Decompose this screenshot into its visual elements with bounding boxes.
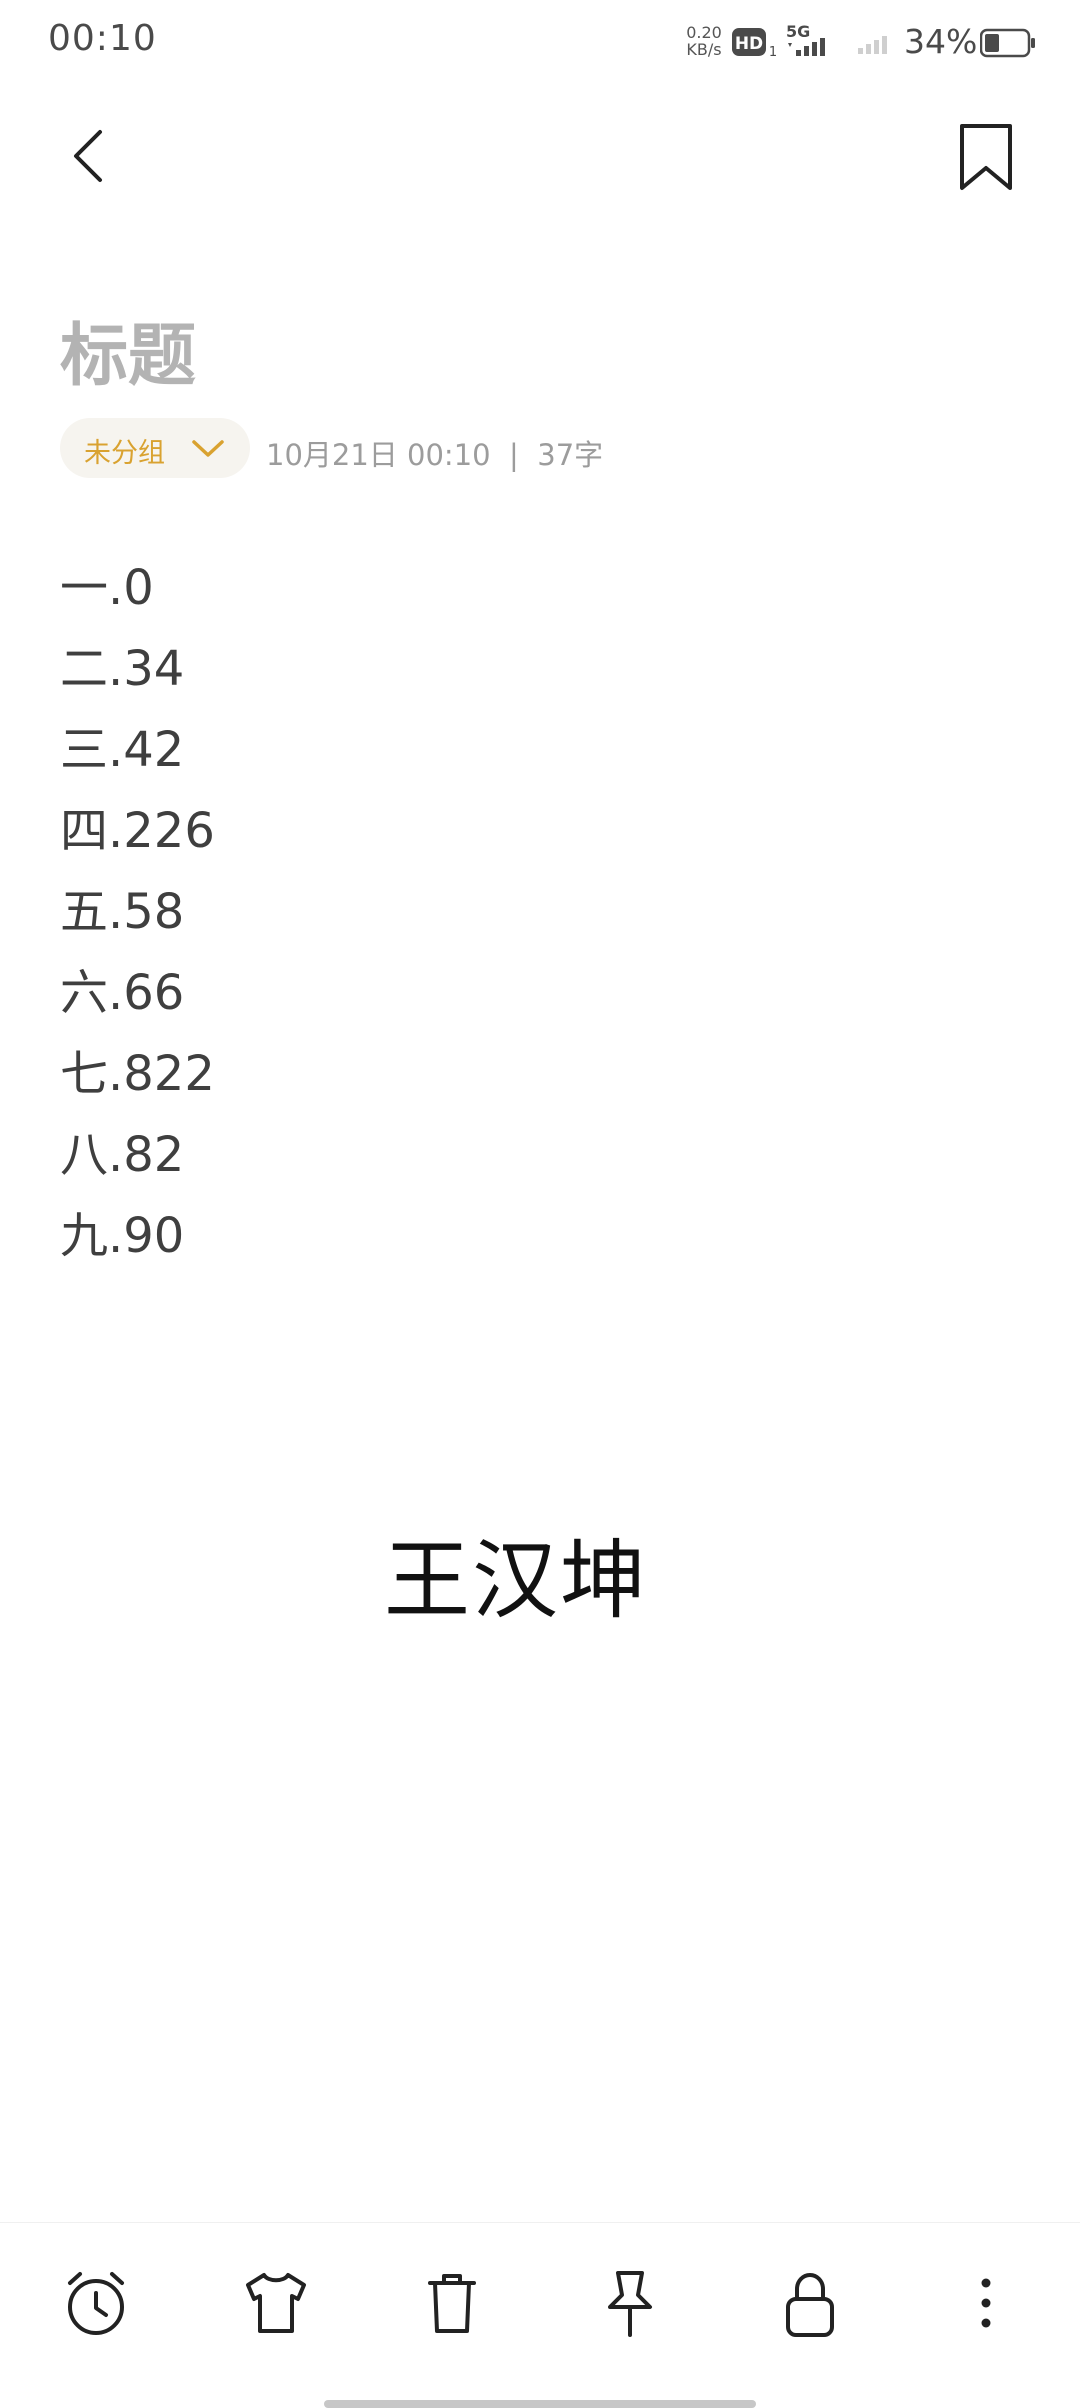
chevron-left-icon [74,130,102,182]
bookmark-icon [960,124,1012,190]
more-options-button[interactable] [946,2263,1026,2343]
note-title-input[interactable]: 标题 [60,300,196,399]
note-line: 三.42 [60,722,185,778]
note-line: 七.822 [60,1046,215,1102]
battery-icon [979,28,1036,62]
chevron-down-icon [192,440,224,457]
network-speed: 0.20 KB/s [682,24,726,58]
note-editor-screen: 00:10 0.20 KB/s HD 1 5G 34% 标题 未分组 10月21… [0,0,1080,2408]
note-line: 六.66 [60,965,185,1021]
lock-icon [786,2272,834,2337]
note-line: 一.0 [60,560,154,616]
pin-icon [608,2271,652,2337]
theme-button[interactable] [236,2263,316,2343]
home-indicator[interactable] [324,2400,756,2408]
reminder-button[interactable] [56,2263,136,2343]
hd-icon: HD 1 [732,26,778,64]
bookmark-button[interactable] [952,120,1022,196]
svg-text:1: 1 [769,45,777,60]
shirt-icon [246,2273,306,2333]
note-line: 二.34 [60,641,185,697]
network-speed-value: 0.20 [686,23,722,42]
alarm-icon [68,2272,124,2335]
network-speed-unit: KB/s [686,40,722,59]
status-time: 00:10 [48,18,157,59]
battery-percent: 34% [904,22,978,61]
delete-button[interactable] [412,2263,492,2343]
note-body-editor[interactable]: 一.0 二.34 三.42 四.226 五.58 六.66 七.822 八.82… [60,548,215,1277]
svg-text:5G: 5G [786,22,810,41]
trash-icon [428,2274,476,2333]
signal-secondary-icon [858,32,894,60]
note-line: 九.90 [60,1208,185,1264]
status-bar: 00:10 0.20 KB/s HD 1 5G 34% [0,0,1080,84]
note-line: 八.82 [60,1127,185,1183]
note-line: 五.58 [60,884,185,940]
back-button[interactable] [64,120,128,192]
note-meta: 10月21日 00:10 | 37字 [266,438,604,472]
pin-button[interactable] [590,2263,670,2343]
note-signature-text: 王汉坤 [384,1531,648,1631]
group-label: 未分组 [84,438,165,469]
more-icon [981,2278,991,2328]
note-line: 四.226 [60,803,215,859]
lock-button[interactable] [770,2263,850,2343]
group-selector[interactable]: 未分组 [60,418,250,478]
bottom-toolbar [0,2222,1080,2408]
svg-text:HD: HD [735,34,763,54]
signal-5g-icon: 5G [784,22,840,64]
